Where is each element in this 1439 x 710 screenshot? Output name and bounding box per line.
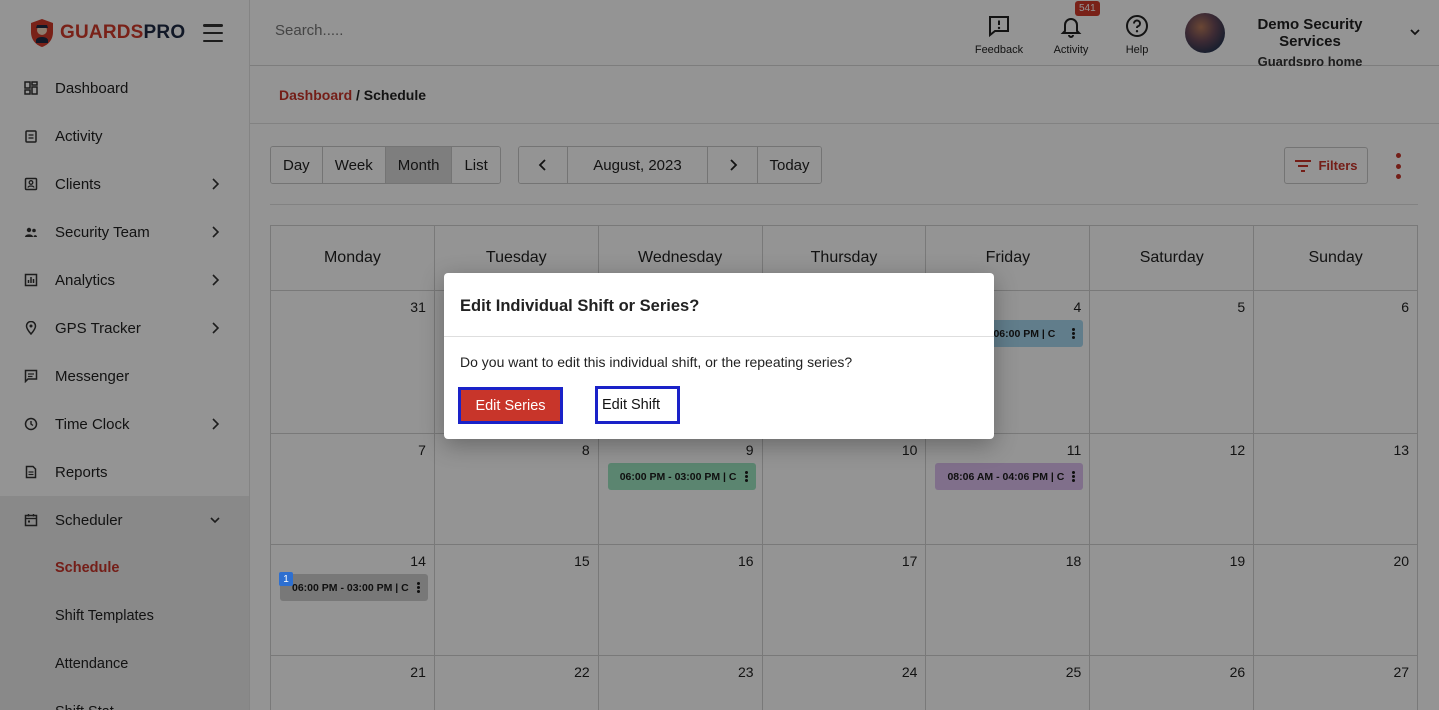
edit-shift-dialog: Edit Individual Shift or Series? Do you … — [444, 273, 994, 439]
edit-shift-button[interactable]: Edit Shift — [595, 386, 680, 424]
dialog-title: Edit Individual Shift or Series? — [460, 297, 700, 315]
edit-series-button[interactable]: Edit Series — [458, 387, 563, 424]
dialog-divider — [444, 336, 994, 337]
dialog-message: Do you want to edit this individual shif… — [460, 354, 853, 370]
event-count-badge: 1 — [279, 572, 293, 586]
